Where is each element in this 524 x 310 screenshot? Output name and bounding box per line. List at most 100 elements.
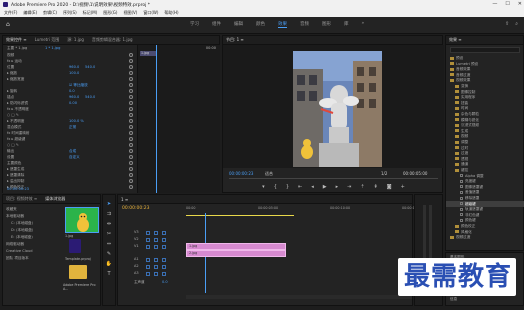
quality-dropdown[interactable]: 1/2 [381, 171, 387, 176]
ec-tab[interactable]: 音频剪辑混合器: 1.jpg [92, 37, 133, 43]
timeline-tab[interactable]: 1 ≡ [121, 197, 128, 202]
ec-tab[interactable]: 效果控件 ≡ [6, 37, 27, 43]
hand-tool-icon[interactable]: ✋ [106, 261, 112, 267]
panel-tab[interactable]: 信息 [450, 297, 457, 302]
reset-icon[interactable] [129, 83, 133, 87]
media-browser-item[interactable]: C: (本地磁盘) [11, 221, 33, 226]
track-toggle-icon[interactable] [154, 237, 158, 242]
folder-icon[interactable] [69, 265, 87, 279]
workspace-more-icon[interactable]: » [362, 21, 365, 28]
reset-icon[interactable] [129, 101, 133, 105]
ripple-edit-icon[interactable]: ⇹ [107, 221, 111, 227]
thumbnail-1jpg[interactable] [65, 207, 99, 233]
slip-tool-icon[interactable]: ⇔ [107, 241, 111, 247]
menu-item[interactable]: 图形(G) [103, 10, 117, 16]
selection-tool-icon[interactable]: ➤ [107, 201, 111, 207]
effects-tab[interactable]: 效果 ≡ [449, 37, 462, 43]
track-toggle-icon[interactable] [162, 257, 166, 262]
reset-icon[interactable] [129, 119, 133, 123]
track-header[interactable]: A3 [118, 270, 414, 277]
ec-footer-timecode[interactable]: 00:00:00:23 [3, 186, 137, 192]
menu-item[interactable]: 剪辑(C) [43, 10, 57, 16]
workspace-tab[interactable]: 库 [344, 21, 349, 28]
reset-icon[interactable] [129, 167, 133, 171]
track-toggle-icon[interactable] [146, 257, 150, 262]
step-forward-icon[interactable]: ▸ [336, 184, 339, 190]
master-value[interactable]: 0.0 [162, 279, 168, 286]
export-icon[interactable]: ⇪ [505, 21, 509, 27]
add-button-icon[interactable]: + [401, 184, 405, 190]
reset-icon[interactable] [129, 107, 133, 111]
prproj-file-icon[interactable] [69, 239, 81, 253]
work-area-bar[interactable] [186, 215, 294, 216]
effects-search-input[interactable] [450, 47, 520, 53]
reset-icon[interactable] [129, 95, 133, 99]
search-icon[interactable]: ⌕ [515, 21, 518, 27]
menu-item[interactable]: 文件(F) [4, 10, 17, 16]
export-frame-icon[interactable]: ◙ [387, 184, 392, 190]
track-toggle-icon[interactable] [162, 264, 166, 269]
step-back-icon[interactable]: ◂ [311, 184, 314, 190]
track-toggle-icon[interactable] [162, 230, 166, 235]
track-toggle-icon[interactable] [154, 264, 158, 269]
timeline-ruler[interactable]: 00:00 00:00:05:00 00:00:10:00 00:00:15:00 [186, 205, 422, 219]
ec-playhead[interactable] [156, 45, 157, 193]
reset-icon[interactable] [129, 149, 133, 153]
reset-icon[interactable] [129, 89, 133, 93]
reset-icon[interactable] [129, 53, 133, 57]
reset-icon[interactable] [129, 77, 133, 81]
media-browser-item[interactable]: 团队 项目版本 [6, 256, 29, 261]
type-tool-icon[interactable]: T [107, 271, 110, 277]
mark-in-icon[interactable]: { [274, 184, 277, 190]
track-toggle-icon[interactable] [154, 257, 158, 262]
project-tab[interactable]: 媒体浏览器 [45, 196, 65, 202]
ec-tab[interactable]: Lumetri 范围 [35, 37, 60, 43]
media-browser-item[interactable]: 网络驱动器 [6, 242, 24, 247]
track-header[interactable]: A1 [118, 256, 414, 263]
workspace-tab[interactable]: 音频 [300, 21, 309, 28]
reset-icon[interactable] [129, 143, 133, 147]
media-browser-item[interactable]: E: (本地磁盘) [11, 235, 33, 240]
track-header[interactable]: A2 [118, 263, 414, 270]
add-marker-icon[interactable]: ▾ [262, 184, 265, 190]
reset-icon[interactable] [129, 179, 133, 183]
track-toggle-icon[interactable] [146, 271, 150, 276]
workspace-tab[interactable]: 学习 [190, 21, 199, 28]
timeline-timecode[interactable]: 00:00:00:23 [122, 206, 149, 211]
home-icon[interactable]: ⌂ [6, 22, 12, 28]
media-browser-item[interactable]: Creative Cloud [6, 249, 32, 253]
lift-icon[interactable]: ⇡ [360, 184, 364, 190]
reset-icon[interactable] [129, 59, 133, 63]
reset-icon[interactable] [129, 137, 133, 141]
track-toggle-icon[interactable] [154, 271, 158, 276]
track-header[interactable]: V2 [118, 236, 414, 243]
track-toggle-icon[interactable] [162, 271, 166, 276]
reset-icon[interactable] [129, 71, 133, 75]
reset-icon[interactable] [129, 131, 133, 135]
reset-icon[interactable] [129, 161, 133, 165]
track-select-icon[interactable]: ⇉ [107, 211, 111, 217]
track-toggle-icon[interactable] [162, 237, 166, 242]
ec-tab[interactable]: 源: 1.jpg [67, 37, 84, 43]
menu-item[interactable]: 序列(S) [63, 10, 77, 16]
track-toggle-icon[interactable] [146, 244, 150, 249]
program-viewer[interactable] [223, 45, 444, 168]
reset-icon[interactable] [129, 125, 133, 129]
go-to-in-icon[interactable]: ⇤ [298, 184, 302, 190]
program-tab[interactable]: 节目: 1 ≡ [226, 37, 244, 43]
mark-out-icon[interactable]: } [286, 184, 289, 190]
razor-tool-icon[interactable]: ✂ [107, 231, 111, 237]
clip-v1[interactable]: 2.jpg [186, 250, 286, 257]
ec-seq-label[interactable]: 1 * 1.jpg [45, 45, 60, 51]
reset-icon[interactable] [129, 65, 133, 69]
menu-item[interactable]: 编辑(E) [23, 10, 37, 16]
ec-clip-bar[interactable]: 1.jpg [140, 51, 156, 56]
clip-v2[interactable]: 1.jpg [186, 243, 286, 250]
reset-icon[interactable] [129, 113, 133, 117]
media-browser-item[interactable]: D: (本地磁盘) [11, 228, 33, 233]
timeline-scrollbar[interactable] [186, 295, 412, 299]
effect-controls-mini-timeline[interactable]: 00:00 1.jpg [137, 45, 220, 193]
track-toggle-icon[interactable] [162, 244, 166, 249]
track-toggle-icon[interactable] [154, 230, 158, 235]
fit-dropdown[interactable]: 适合 [265, 171, 273, 177]
